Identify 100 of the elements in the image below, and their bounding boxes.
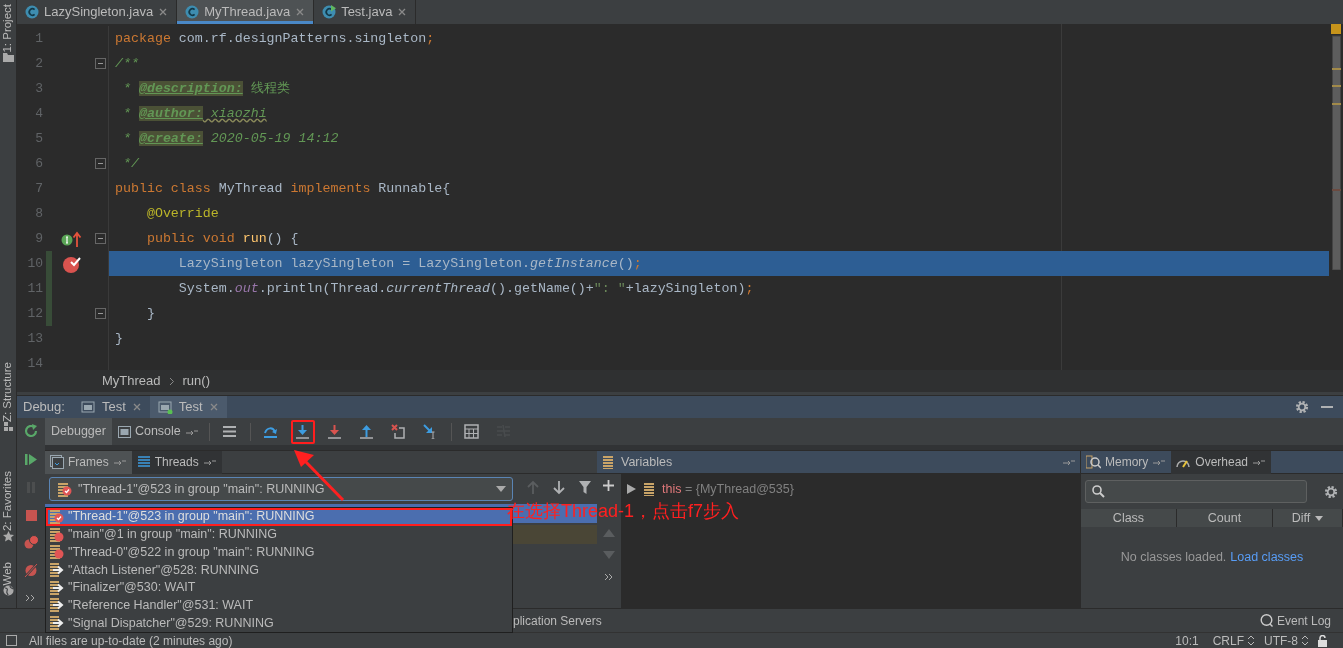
settings-icon[interactable] (1295, 400, 1309, 414)
encoding-selector[interactable]: UTF-8 (1264, 631, 1298, 648)
breakpoint-icon[interactable] (62, 254, 82, 273)
code-line: package com.rf.designPatterns.singleton; (108, 26, 1329, 51)
suspended-thread-icon (48, 508, 64, 525)
panel-tab[interactable]: Overhead (1171, 450, 1272, 474)
code-line: */ (108, 151, 1329, 176)
load-classes-link[interactable]: Load classes (1230, 548, 1304, 567)
pin-icon[interactable] (202, 458, 217, 466)
expand-arrow-icon[interactable] (627, 484, 636, 495)
breadcrumb-item[interactable]: MyThread (102, 371, 161, 391)
tool-window-tab[interactable]: 1: Project (0, 4, 17, 53)
chevron-icon (168, 376, 175, 386)
line-number: 4 (34, 104, 43, 123)
pin-icon[interactable] (112, 458, 127, 466)
session-tab[interactable]: Test (149, 396, 227, 418)
class-icon (185, 5, 200, 19)
updown-icon (1248, 635, 1254, 646)
status-message: All files are up-to-date (2 minutes ago) (29, 632, 233, 648)
column-header[interactable]: Count (1177, 509, 1273, 527)
search-field[interactable] (1085, 480, 1307, 503)
breakpoint-thread-icon (48, 526, 64, 543)
resume-icon[interactable] (24, 451, 38, 467)
fold-marker[interactable] (94, 158, 106, 169)
tool-window-tab[interactable]: Z: Structure (0, 361, 17, 422)
breakpoint-thread-icon (48, 544, 64, 561)
thread-item[interactable]: "Finalizer"@530: WAIT (46, 578, 512, 597)
menu-icon[interactable] (222, 424, 238, 439)
settings-icon[interactable] (1324, 484, 1338, 499)
close-icon[interactable] (208, 402, 219, 412)
console-icon (80, 400, 96, 414)
column-header[interactable]: Diff (1273, 509, 1343, 527)
lock-icon[interactable] (1318, 634, 1329, 647)
fold-marker[interactable] (94, 58, 106, 69)
step-into-button[interactable] (290, 419, 315, 444)
line-number: 9 (34, 229, 43, 248)
filter-icon[interactable] (579, 480, 591, 495)
add-icon[interactable] (603, 480, 614, 491)
force-step-into-icon[interactable] (327, 424, 343, 439)
stop-icon[interactable] (24, 507, 38, 523)
more-icon[interactable] (603, 573, 614, 581)
evaluate-icon[interactable] (464, 424, 480, 439)
folder-icon (2, 52, 14, 62)
line-number: 1 (34, 29, 43, 48)
drop-frame-icon[interactable] (391, 424, 407, 439)
view-breakpoints-icon[interactable] (24, 535, 38, 551)
variable-entry[interactable]: this = {MyThread@535} (662, 480, 794, 499)
close-icon[interactable] (158, 7, 169, 17)
column-header[interactable]: Class (1081, 509, 1177, 527)
class-icon (25, 5, 39, 19)
line-number: 13 (26, 329, 43, 348)
thread-item[interactable]: "main"@1 in group "main": RUNNING (46, 525, 512, 544)
tool-window-button[interactable]: plication Servers (513, 611, 602, 630)
structure-icon (3, 421, 13, 431)
panel-tab[interactable]: Memory (1081, 450, 1172, 474)
code-line: * @create: 2020-05-19 14:12 (108, 126, 1329, 151)
code-line: * @author: xiaozhi (108, 101, 1329, 126)
tool-window-tab[interactable]: Web (0, 561, 17, 586)
rerun-icon[interactable] (24, 423, 38, 439)
panel-tab[interactable]: Threads (131, 450, 222, 474)
cursor-position[interactable]: 10:1 (1175, 631, 1199, 648)
thread-item[interactable]: "Thread-0"@522 in group "main": RUNNING (46, 543, 512, 562)
panel-tab[interactable]: Frames (45, 450, 132, 474)
frames-icon (50, 455, 64, 469)
pin-icon[interactable] (1152, 458, 1167, 466)
panel-title: Debug: (22, 398, 66, 417)
step-out-icon[interactable] (359, 424, 375, 439)
breadcrumb-item[interactable]: run() (182, 371, 210, 391)
magnifier-icon (1086, 455, 1101, 469)
step-over-icon[interactable] (263, 424, 279, 439)
event-log-button[interactable]: Event Log (1276, 611, 1331, 630)
pin-icon[interactable] (1062, 458, 1076, 466)
down-arrow-icon[interactable] (553, 480, 565, 495)
session-tab[interactable]: Test (72, 396, 150, 418)
close-icon[interactable] (131, 402, 142, 412)
thread-dropdown[interactable]: "Thread-1"@523 in group "main": RUNNING (49, 477, 513, 501)
editor-tab[interactable]: MyThread.java (177, 0, 315, 24)
tool-window-tab[interactable]: 2: Favorites (0, 470, 17, 531)
star-icon (2, 530, 14, 542)
thread-icon (56, 481, 72, 497)
pin-icon[interactable] (184, 427, 199, 436)
close-icon[interactable] (397, 7, 408, 17)
search-icon (1092, 485, 1105, 498)
fold-marker[interactable] (94, 308, 106, 319)
thread-item[interactable]: "Reference Handler"@531: WAIT (46, 596, 512, 615)
empty-message: No classes loaded. (1120, 549, 1227, 566)
scrollbar[interactable] (1331, 34, 1341, 270)
line-number: 6 (34, 154, 43, 173)
close-icon[interactable] (295, 7, 306, 17)
debugger-tab[interactable]: Console (111, 418, 205, 445)
thread-item[interactable]: "Signal Dispatcher"@529: RUNNING (46, 614, 512, 632)
minimize-icon[interactable] (1321, 405, 1333, 409)
thread-item[interactable]: "Attach Listener"@528: RUNNING (46, 561, 512, 579)
implements-icon[interactable] (61, 230, 83, 247)
fold-marker[interactable] (94, 233, 106, 244)
pin-icon[interactable] (1252, 458, 1267, 466)
step-into-icon[interactable] (295, 424, 311, 439)
line-separator-selector[interactable]: CRLF (1212, 631, 1244, 648)
mute-breakpoints-icon[interactable] (24, 563, 38, 579)
debugger-tab[interactable]: Debugger (45, 418, 112, 445)
